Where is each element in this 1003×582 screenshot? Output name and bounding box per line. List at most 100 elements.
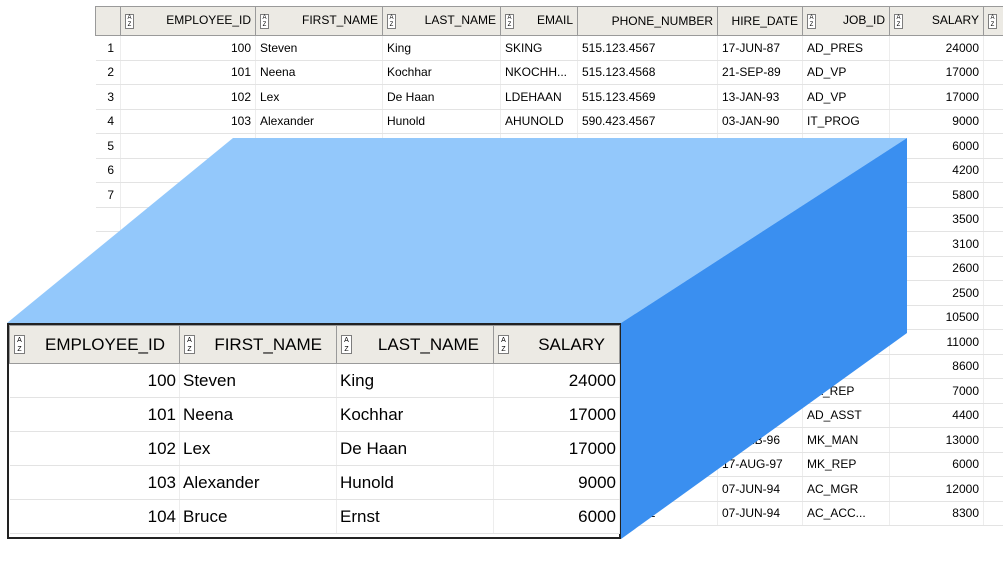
- selected-table-row[interactable]: 100 Steven King 24000: [9, 363, 620, 398]
- cell-salary[interactable]: 8600: [889, 354, 984, 379]
- selected-column-header-employee-id[interactable]: A Z EMPLOYEE_ID: [9, 325, 180, 364]
- selected-column-header-salary[interactable]: A Z SALARY: [493, 325, 620, 364]
- row-number[interactable]: [95, 231, 121, 257]
- cell-first[interactable]: [255, 280, 383, 306]
- cell-salary[interactable]: 2600: [889, 256, 984, 281]
- cell-last[interactable]: Hunold: [382, 109, 501, 134]
- table-row[interactable]: 2 101 Neena Kochhar NKOCHH... 515.123.4568 21-…: [95, 60, 1003, 85]
- cell-phone[interactable]: [577, 256, 718, 281]
- cell-hire[interactable]: 13-JAN-93: [717, 84, 803, 110]
- cell-email[interactable]: [500, 182, 578, 208]
- cell-hire[interactable]: [717, 256, 803, 281]
- cell-last[interactable]: Kochhar: [382, 60, 501, 85]
- cell-first[interactable]: Lex: [179, 431, 337, 466]
- cell-job[interactable]: EP: [802, 329, 890, 355]
- column-header-salary[interactable]: A Z SALARY: [889, 6, 984, 36]
- cell-id[interactable]: 102: [9, 431, 180, 466]
- cell-hire[interactable]: Y-99: [717, 378, 803, 404]
- table-row[interactable]: 6 4200: [95, 158, 1003, 183]
- cell-first[interactable]: [255, 182, 383, 208]
- cell-id[interactable]: 100: [120, 35, 256, 61]
- cell-phone[interactable]: [577, 231, 718, 257]
- cell-email[interactable]: [500, 231, 578, 257]
- cell-first[interactable]: Steven: [255, 35, 383, 61]
- table-row[interactable]: 1 100 Steven King SKING 515.123.4567 17-JUN-87…: [95, 35, 1003, 61]
- cell-job[interactable]: SA_REP: [802, 354, 890, 379]
- cell-id[interactable]: 101: [120, 60, 256, 85]
- cell-last[interactable]: De Haan: [382, 84, 501, 110]
- cell-first[interactable]: Lex: [255, 84, 383, 110]
- sort-icon[interactable]: AZ: [260, 14, 269, 29]
- cell-first[interactable]: [255, 158, 383, 183]
- cell-salary[interactable]: 24000: [889, 35, 984, 61]
- row-number[interactable]: 6: [95, 158, 121, 183]
- row-number[interactable]: 5: [95, 133, 121, 159]
- cell-email[interactable]: LDEHAAN: [500, 84, 578, 110]
- sort-icon[interactable]: AZ: [341, 334, 352, 354]
- cell-hire[interactable]: [717, 182, 803, 208]
- cell-last[interactable]: Ernst: [336, 499, 494, 534]
- cell-salary[interactable]: 9000: [493, 465, 620, 500]
- cell-first[interactable]: Alexander: [255, 109, 383, 134]
- cell-hire[interactable]: 17-JUN-87: [717, 35, 803, 61]
- cell-salary[interactable]: 4400: [889, 403, 984, 428]
- cell-last[interactable]: [382, 231, 501, 257]
- cell-hire[interactable]: 17-AUG-97: [717, 452, 803, 477]
- cell-hire[interactable]: [717, 354, 803, 379]
- cell-salary[interactable]: 6000: [889, 452, 984, 477]
- column-header-employee-id[interactable]: A Z EMPLOYEE_ID: [120, 6, 256, 36]
- cell-first[interactable]: Bruce: [179, 499, 337, 534]
- cell-first[interactable]: Steven: [179, 363, 337, 398]
- cell-id[interactable]: [120, 231, 256, 257]
- cell-id[interactable]: 102: [120, 84, 256, 110]
- cell-job[interactable]: [802, 305, 890, 330]
- table-row[interactable]: 2500: [95, 280, 1003, 306]
- row-number[interactable]: [95, 207, 121, 232]
- cell-last[interactable]: Hunold: [336, 465, 494, 500]
- cell-id[interactable]: 104: [9, 499, 180, 534]
- row-number[interactable]: 7: [95, 182, 121, 208]
- cell-job[interactable]: IT_PROG: [802, 109, 890, 134]
- cell-email[interactable]: NKOCHH...: [500, 60, 578, 85]
- sort-icon[interactable]: AZ: [498, 334, 509, 354]
- table-row[interactable]: 7 5800: [95, 182, 1003, 208]
- row-number[interactable]: [95, 280, 121, 306]
- cell-id[interactable]: 101: [9, 397, 180, 432]
- selected-table-row[interactable]: 104 Bruce Ernst 6000: [9, 499, 620, 534]
- cell-salary[interactable]: 9000: [889, 109, 984, 134]
- cell-job[interactable]: [802, 182, 890, 208]
- cell-hire[interactable]: 21-SEP-89: [717, 60, 803, 85]
- cell-email[interactable]: SKING: [500, 35, 578, 61]
- cell-salary[interactable]: 6000: [889, 133, 984, 159]
- cell-salary[interactable]: 24000: [493, 363, 620, 398]
- cell-hire[interactable]: 17-SEP-87: [717, 403, 803, 428]
- column-header-overflow[interactable]: AZ: [983, 6, 1003, 36]
- selected-table-row[interactable]: 103 Alexander Hunold 9000: [9, 465, 620, 500]
- cell-job[interactable]: AD_VP: [802, 60, 890, 85]
- sort-icon[interactable]: AZ: [807, 14, 816, 29]
- cell-hire[interactable]: [717, 231, 803, 257]
- cell-id[interactable]: [120, 158, 256, 183]
- cell-salary[interactable]: 13000: [889, 427, 984, 453]
- cell-first[interactable]: Alexander: [179, 465, 337, 500]
- cell-phone[interactable]: [577, 207, 718, 232]
- cell-job[interactable]: MK_MAN: [802, 427, 890, 453]
- cell-phone[interactable]: [577, 133, 718, 159]
- cell-salary[interactable]: 17000: [493, 431, 620, 466]
- cell-salary[interactable]: 4200: [889, 158, 984, 183]
- sort-icon[interactable]: AZ: [894, 14, 903, 29]
- cell-job[interactable]: AD_PRES: [802, 35, 890, 61]
- selected-column-header-last-name[interactable]: A Z LAST_NAME: [336, 325, 494, 364]
- cell-job[interactable]: AD_VP: [802, 84, 890, 110]
- table-row[interactable]: 3500: [95, 207, 1003, 232]
- cell-job[interactable]: AD_ASST: [802, 403, 890, 428]
- table-row[interactable]: 2600: [95, 256, 1003, 281]
- cell-last[interactable]: [382, 133, 501, 159]
- cell-phone[interactable]: 515.123.4567: [577, 35, 718, 61]
- cell-hire[interactable]: 07-JUN-94: [717, 501, 803, 526]
- table-row[interactable]: 3 102 Lex De Haan LDEHAAN 515.123.4569 13-JAN-…: [95, 84, 1003, 110]
- cell-hire[interactable]: [717, 280, 803, 306]
- cell-hire[interactable]: 17-FEB-96: [717, 427, 803, 453]
- sort-icon[interactable]: AZ: [505, 14, 514, 29]
- cell-salary[interactable]: 17000: [889, 84, 984, 110]
